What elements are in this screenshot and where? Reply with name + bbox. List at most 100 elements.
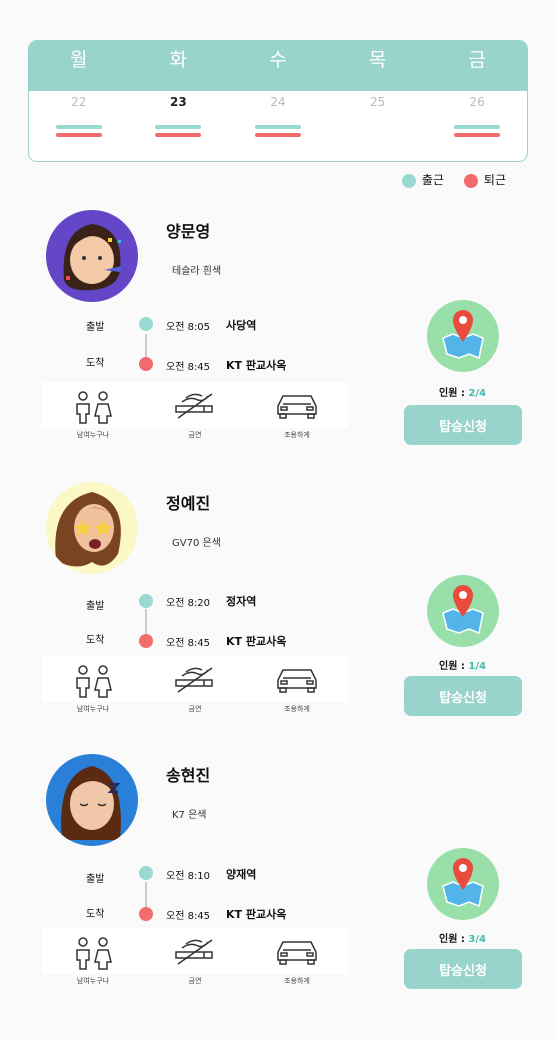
- amenity-gender: 남여누구나: [42, 656, 144, 713]
- amenity-gender: 남여누구나: [42, 382, 144, 439]
- depart-place: 양재역: [226, 868, 257, 881]
- depart-dot: [139, 594, 153, 608]
- arrive-row: 도착 오전 8:45 KT 판교사옥: [0, 632, 400, 652]
- arrive-place: KT 판교사옥: [226, 359, 287, 372]
- amenities: 남여누구나 금연 조용하게: [42, 656, 348, 713]
- depart-row: 출발 오전 8:20 정자역: [0, 592, 400, 612]
- legend-out-dot: [463, 174, 478, 188]
- no-smoking-icon: [175, 393, 213, 419]
- calendar-day-cell[interactable]: 23: [129, 91, 229, 161]
- amenity-label: 조용하게: [284, 431, 310, 439]
- arrive-place: KT 판교사옥: [226, 908, 287, 921]
- arrive-time: 오전 8:45: [166, 638, 211, 649]
- arrive-time: 오전 8:45: [166, 362, 211, 373]
- commute-in-bar: [155, 125, 202, 129]
- date-label: 22: [71, 95, 87, 109]
- ride-request-button[interactable]: 탑승신청: [404, 676, 522, 716]
- depart-label: 출발: [86, 601, 105, 612]
- commute-in-bar: [254, 125, 301, 129]
- car-info: K7 은색: [172, 810, 207, 821]
- ride-request-button[interactable]: 탑승신청: [404, 949, 522, 989]
- map-pin-icon: [442, 310, 484, 360]
- amenity-nosmoking: 금연: [144, 382, 246, 439]
- driver-avatar: [46, 482, 138, 574]
- amenity-nosmoking: 금연: [144, 656, 246, 713]
- arrive-dot: [139, 634, 153, 648]
- calendar-day-cell[interactable]: 24: [228, 91, 328, 161]
- depart-row: 출발 오전 8:05 사당역: [0, 316, 400, 336]
- arrive-row: 도착 오전 8:45 KT 판교사옥: [0, 905, 400, 925]
- ride-request-button[interactable]: 탑승신청: [404, 405, 522, 445]
- date-label-today: 23: [170, 95, 187, 109]
- amenity-label: 남여누구나: [76, 431, 110, 439]
- car-info: 테슬라 흰색: [172, 266, 222, 277]
- amenity-label: 남여누구나: [76, 977, 110, 985]
- commute-out-bar: [454, 133, 501, 137]
- depart-time: 오전 8:05: [166, 322, 211, 333]
- count-label: 인원 :: [439, 388, 469, 399]
- car-info: GV70 은색: [172, 538, 221, 549]
- map-pin-icon: [442, 585, 484, 635]
- legend: 출근 퇴근: [401, 170, 506, 188]
- amenity-label: 조용하게: [284, 977, 310, 985]
- count-value: 1/4: [468, 661, 486, 672]
- legend-in-dot: [401, 174, 416, 188]
- car-icon: [277, 669, 317, 693]
- passenger-count: 인원 : 2/4: [402, 384, 523, 399]
- legend-out-label: 퇴근: [483, 172, 506, 187]
- arrive-label: 도착: [86, 358, 105, 369]
- amenity-quiet: 조용하게: [246, 656, 348, 713]
- driver-name: 송현진: [166, 766, 211, 785]
- driver-name: 양문영: [166, 222, 211, 241]
- week-calendar: 월 화 수 목 금 22 23 24 25 26: [28, 40, 528, 162]
- passenger-count: 인원 : 1/4: [402, 657, 523, 672]
- calendar-day-cell[interactable]: 25: [328, 91, 428, 161]
- map-button[interactable]: [427, 575, 499, 647]
- driver-name: 정예진: [166, 494, 211, 513]
- map-button[interactable]: [427, 300, 499, 372]
- commute-in-bar: [454, 125, 501, 129]
- amenity-quiet: 조용하게: [246, 928, 348, 985]
- amenity-nosmoking: 금연: [144, 928, 246, 985]
- commute-out-bar: [254, 133, 301, 137]
- arrive-label: 도착: [86, 909, 105, 920]
- legend-out: 퇴근: [463, 170, 506, 188]
- memoji-avatar-icon: [61, 766, 121, 840]
- amenity-gender: 남여누구나: [42, 928, 144, 985]
- arrive-dot: [139, 357, 153, 371]
- commute-out-bar: [155, 133, 202, 137]
- depart-label: 출발: [86, 322, 105, 333]
- arrive-dot: [139, 907, 153, 921]
- weekday-label: 목: [368, 49, 387, 71]
- weekday-label: 월: [70, 49, 88, 71]
- amenity-label: 금연: [188, 977, 202, 985]
- calendar-header: 월 화 수 목 금: [29, 41, 527, 91]
- driver-avatar: [46, 210, 138, 302]
- carpool-card: 정예진 GV70 은색 출발 오전 8:20 정자역 도착 오전 8:45 KT…: [0, 482, 556, 732]
- car-icon: [277, 395, 317, 419]
- arrive-row: 도착 오전 8:45 KT 판교사옥: [0, 356, 400, 376]
- count-value: 3/4: [468, 934, 486, 945]
- passenger-count: 인원 : 3/4: [402, 930, 523, 945]
- commute-out-bar: [55, 133, 102, 137]
- calendar-day-cell[interactable]: 26: [427, 91, 527, 161]
- depart-place: 정자역: [226, 595, 257, 608]
- map-button[interactable]: [427, 848, 499, 920]
- memoji-avatar-icon: [55, 492, 121, 567]
- depart-row: 출발 오전 8:10 양재역: [0, 865, 400, 885]
- depart-place: 사당역: [226, 319, 257, 332]
- arrive-place: KT 판교사옥: [226, 635, 287, 648]
- calendar-day-cell[interactable]: 22: [29, 91, 129, 161]
- weekday-label: 수: [269, 49, 287, 71]
- amenity-label: 남여누구나: [76, 705, 110, 713]
- carpool-card: 송현진 K7 은색 출발 오전 8:10 양재역 도착 오전 8:45 KT 판…: [0, 754, 556, 1004]
- legend-in-label: 출근: [421, 172, 444, 187]
- driver-avatar: [46, 754, 138, 846]
- weekday-label: 금: [468, 49, 486, 71]
- date-label: 26: [469, 95, 485, 109]
- amenity-label: 금연: [188, 431, 202, 439]
- depart-dot: [139, 317, 153, 331]
- gender-icon: [76, 391, 112, 424]
- arrive-label: 도착: [86, 635, 105, 646]
- depart-time: 오전 8:20: [166, 598, 211, 609]
